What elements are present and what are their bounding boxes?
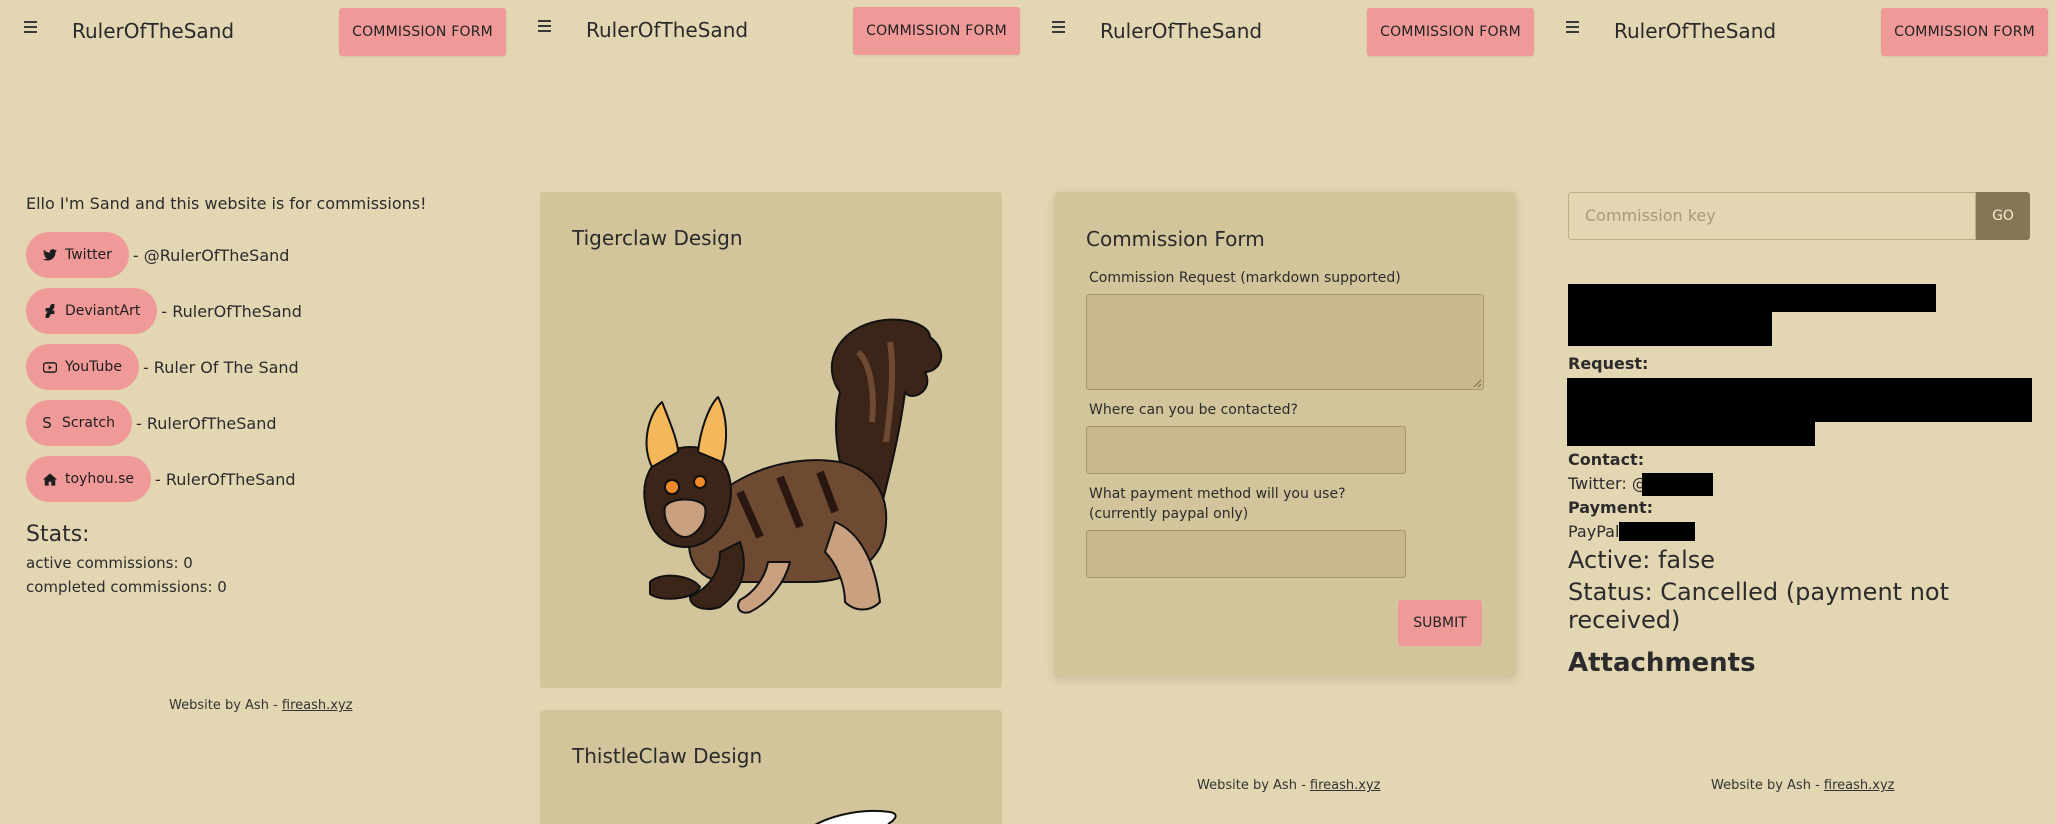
deviantart-handle: - RulerOfTheSand (161, 301, 302, 321)
commission-request-textarea[interactable] (1086, 294, 1484, 390)
brand-title[interactable]: RulerOfTheSand (1100, 19, 1262, 43)
commission-status: Status: Cancelled (payment not received) (1568, 578, 1949, 634)
footer-link[interactable]: fireash.xyz (1310, 778, 1381, 793)
twitter-label: Twitter (65, 247, 112, 263)
commission-form-button[interactable]: COMMISSION FORM (853, 7, 1020, 55)
deviantart-label: DeviantArt (65, 303, 141, 319)
active-status: Active: false (1568, 546, 1716, 574)
resize-handle-icon[interactable] (1473, 379, 1481, 387)
commission-form-button[interactable]: COMMISSION FORM (1881, 8, 2048, 56)
scratch-button[interactable]: S Scratch (26, 400, 132, 446)
request-label: Request: (1568, 354, 1649, 373)
footer-credit: Website by Ash - (169, 698, 282, 713)
commission-form-button[interactable]: COMMISSION FORM (1367, 8, 1534, 56)
footer-credit: Website by Ash - (1711, 778, 1824, 793)
youtube-button[interactable]: YouTube (26, 344, 139, 390)
redacted-block (1568, 312, 1772, 346)
contact-input[interactable] (1086, 426, 1406, 474)
footer: Website by Ash - fireash.xyz (1197, 778, 1380, 793)
contact-value: Twitter: @ (1568, 474, 1648, 493)
scratch-icon: S (42, 414, 52, 432)
brand-title[interactable]: RulerOfTheSand (1614, 19, 1776, 43)
deviantart-button[interactable]: DeviantArt (26, 288, 158, 334)
attachments-heading: Attachments (1568, 648, 1756, 678)
youtube-icon (43, 360, 57, 374)
hamburger-menu-icon[interactable] (1566, 20, 1579, 33)
toyhouse-handle: - RulerOfTheSand (155, 469, 296, 489)
home-icon (43, 472, 57, 486)
design-card-title: ThistleClaw Design (572, 744, 763, 768)
toyhouse-label: toyhou.se (65, 471, 135, 487)
social-row-scratch: S Scratch - RulerOfTheSand (26, 400, 277, 446)
twitter-icon (43, 248, 57, 262)
commission-lookup-view: RulerOfTheSand COMMISSION FORM Commissio… (1542, 0, 2056, 824)
go-button[interactable]: GO (1976, 192, 2030, 240)
design-card-tigerclaw[interactable]: Tigerclaw Design (540, 192, 1002, 688)
footer-credit: Website by Ash - (1197, 778, 1310, 793)
brand-title[interactable]: RulerOfTheSand (586, 18, 748, 42)
social-row-youtube: YouTube - Ruler Of The Sand (26, 344, 299, 390)
design-card-title: Tigerclaw Design (572, 226, 743, 250)
youtube-handle: - Ruler Of The Sand (142, 357, 299, 377)
stats-heading: Stats: (26, 522, 90, 547)
footer-link[interactable]: fireash.xyz (282, 698, 353, 713)
top-nav: RulerOfTheSand COMMISSION FORM (0, 0, 514, 64)
footer-link[interactable]: fireash.xyz (1824, 778, 1895, 793)
request-label: Commission Request (markdown supported) (1089, 270, 1401, 286)
completed-commissions-stat: completed commissions: 0 (26, 578, 227, 596)
youtube-label: YouTube (65, 359, 122, 375)
active-commissions-stat: active commissions: 0 (26, 554, 193, 572)
brand-title[interactable]: RulerOfTheSand (72, 19, 234, 43)
redacted-block (1568, 284, 1936, 312)
payment-label: Payment: (1568, 498, 1653, 517)
submit-button[interactable]: SUBMIT (1398, 600, 1482, 646)
thistleclaw-cat-illustration (814, 810, 897, 824)
scratch-label: Scratch (62, 415, 115, 431)
payment-label: What payment method will you use? (curre… (1089, 486, 1346, 522)
commission-key-input[interactable]: Commission key (1568, 192, 1976, 240)
form-title: Commission Form (1086, 227, 1265, 251)
footer: Website by Ash - fireash.xyz (169, 698, 352, 713)
twitter-handle: - @RulerOfTheSand (132, 245, 290, 265)
home-view: RulerOfTheSand COMMISSION FORM Ello I'm … (0, 0, 514, 824)
tigerclaw-cat-illustration (643, 318, 943, 614)
social-row-twitter: Twitter - @RulerOfTheSand (26, 232, 289, 278)
top-nav: RulerOfTheSand COMMISSION FORM (1028, 0, 1542, 64)
payment-input[interactable] (1086, 530, 1406, 578)
payment-value: PayPal (1568, 522, 1620, 541)
redacted-block (1619, 522, 1695, 541)
toyhouse-button[interactable]: toyhou.se (26, 456, 152, 502)
top-nav: RulerOfTheSand COMMISSION FORM (1542, 0, 2056, 64)
top-nav: RulerOfTheSand COMMISSION FORM (514, 0, 1028, 64)
design-card-thistleclaw[interactable]: ThistleClaw Design (540, 710, 1002, 824)
hamburger-menu-icon[interactable] (538, 20, 551, 33)
scratch-handle: - RulerOfTheSand (135, 413, 277, 433)
footer: Website by Ash - fireash.xyz (1711, 778, 1894, 793)
redacted-block (1642, 473, 1713, 496)
redacted-block (1567, 422, 1815, 446)
twitter-button[interactable]: Twitter (26, 232, 129, 278)
intro-text: Ello I'm Sand and this website is for co… (26, 194, 427, 213)
redacted-block (1567, 378, 2032, 422)
contact-label: Where can you be contacted? (1089, 402, 1298, 418)
commission-form-card: Commission Form Commission Request (mark… (1054, 192, 1516, 678)
social-row-deviantart: DeviantArt - RulerOfTheSand (26, 288, 302, 334)
social-row-toyhouse: toyhou.se - RulerOfTheSand (26, 456, 296, 502)
commission-form-view: RulerOfTheSand COMMISSION FORM Commissio… (1028, 0, 1542, 824)
gallery-view: RulerOfTheSand COMMISSION FORM Tigerclaw… (514, 0, 1028, 824)
hamburger-menu-icon[interactable] (1052, 20, 1065, 33)
deviantart-icon (43, 304, 57, 318)
hamburger-menu-icon[interactable] (24, 20, 37, 33)
commission-form-button[interactable]: COMMISSION FORM (339, 8, 506, 56)
contact-label: Contact: (1568, 450, 1645, 469)
